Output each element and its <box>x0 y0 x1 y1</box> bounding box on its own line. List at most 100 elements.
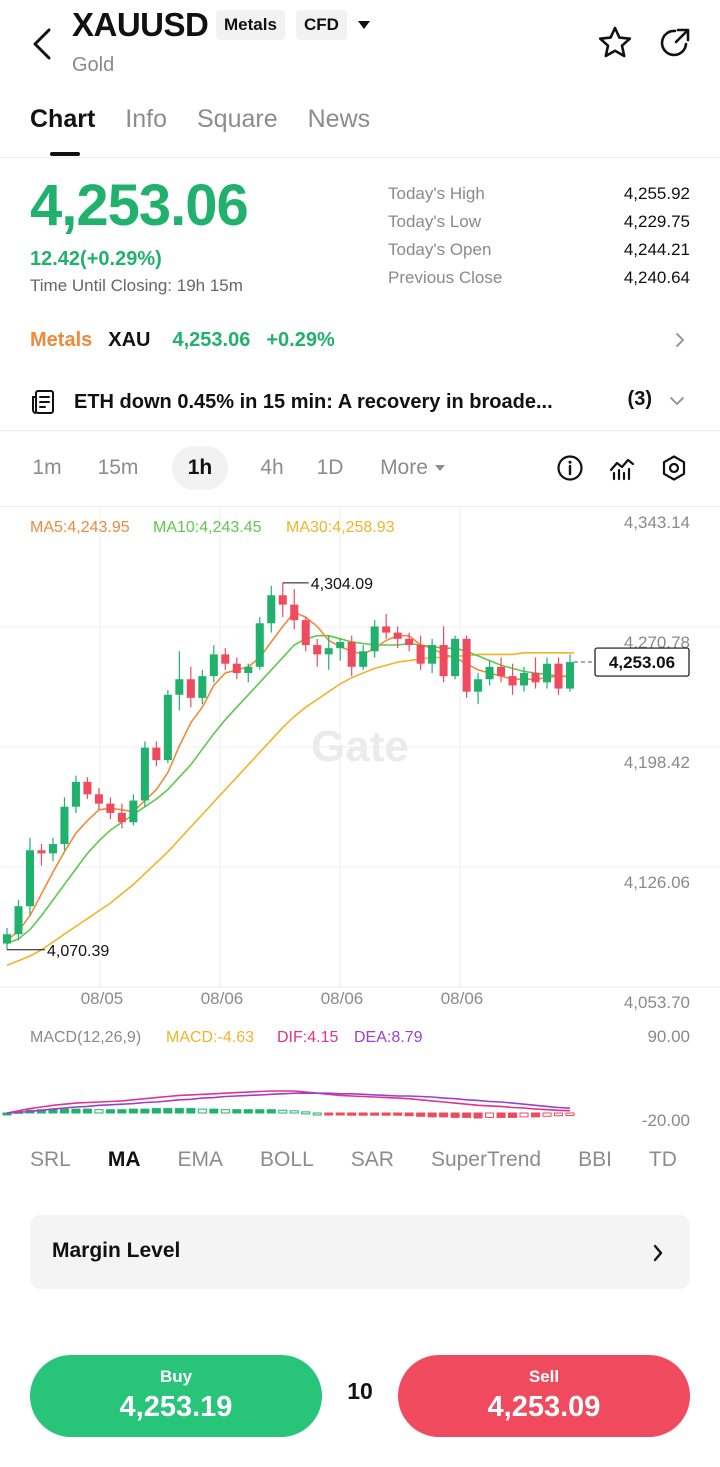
macd-bar <box>473 1112 483 1119</box>
chart-canvas[interactable]: Gate MA5:4,243.95 MA10:4,243.45 MA30:4,258… <box>0 507 720 1137</box>
interval-4h[interactable]: 4h <box>250 446 294 490</box>
indicator-icon[interactable] <box>608 454 636 482</box>
share-icon[interactable] <box>656 24 694 62</box>
price-chart[interactable]: Gate MA5:4,243.95 MA10:4,243.45 MA30:4,258… <box>0 507 720 1137</box>
ma5-line <box>6 611 571 942</box>
macd-legend-item: MACD:-4.63 <box>166 1029 254 1046</box>
indicator-ma[interactable]: MA <box>108 1148 141 1182</box>
candle-body <box>462 638 471 692</box>
low-marker-label: 4,070.39 <box>47 943 109 960</box>
price-axis-label: 4,053.70 <box>624 993 690 1012</box>
macd-bar <box>197 1108 207 1114</box>
macd-bar <box>278 1109 288 1114</box>
market-category: Metals <box>30 328 93 351</box>
price-change: 12.42(+0.29%) <box>30 248 162 270</box>
candle-body <box>255 623 264 667</box>
indicator-bbi[interactable]: BBI <box>578 1148 612 1182</box>
buy-price: 4,253.19 <box>119 1391 233 1423</box>
star-icon[interactable] <box>596 24 634 62</box>
tab-square[interactable]: Square <box>197 100 278 158</box>
candle-body <box>508 676 517 686</box>
news-headline[interactable]: ETH down 0.45% in 15 min: A recovery in … <box>74 391 604 414</box>
sell-label: Sell <box>528 1367 560 1386</box>
interval-more[interactable]: More <box>370 446 456 490</box>
date-label: 08/06 <box>441 989 484 1008</box>
candle-body <box>60 806 69 845</box>
ma-lines <box>6 611 574 967</box>
macd-bar <box>485 1112 495 1118</box>
closing-label: Time Until Closing: <box>30 276 173 295</box>
news-icon <box>30 389 56 415</box>
candle-body <box>324 648 333 655</box>
macd-legend-item: DEA:8.79 <box>354 1029 423 1046</box>
indicator-boll[interactable]: BOLL <box>260 1148 314 1182</box>
macd-axis-label: 90.00 <box>647 1027 690 1046</box>
macd-bar <box>519 1112 529 1118</box>
sell-button[interactable]: Sell 4,253.09 <box>398 1355 690 1437</box>
chevron-down-icon[interactable] <box>356 18 372 30</box>
date-label: 08/06 <box>321 989 364 1008</box>
ma-legend-item: MA30:4,258.93 <box>286 519 395 536</box>
candle-body <box>117 812 126 823</box>
candle-body <box>520 673 529 686</box>
main-tabs: Chart Info Square News <box>30 100 370 158</box>
interval-1h[interactable]: 1h <box>172 446 228 490</box>
ma-legend-item: MA5:4,243.95 <box>30 519 130 536</box>
interval-1d[interactable]: 1D <box>310 446 350 490</box>
candle-body <box>554 663 563 689</box>
instrument-name: Gold <box>72 54 115 76</box>
news-count: (3) <box>627 388 652 410</box>
macd-bar <box>220 1109 230 1114</box>
stat-row: Today's Open 4,244.21 <box>388 236 690 264</box>
candle-body <box>267 595 276 624</box>
header: XAUUSD Metals CFD Gold <box>0 0 720 90</box>
indicator-srl[interactable]: SRL <box>30 1148 71 1182</box>
chevron-down-icon[interactable] <box>668 394 686 408</box>
stat-value: 4,240.64 <box>623 268 690 287</box>
symbol-title: XAUUSD <box>72 6 209 43</box>
macd-bar <box>82 1108 92 1114</box>
macd-bar <box>289 1110 299 1114</box>
stat-label: Previous Close <box>388 268 503 287</box>
candle-body <box>336 641 345 649</box>
related-market-row[interactable]: Metals XAU 4,253.06 +0.29% <box>30 322 690 358</box>
interval-bar: 1m 15m 1h 4h 1D More <box>0 446 720 492</box>
candle-body <box>175 679 184 695</box>
candle-body <box>382 626 391 633</box>
candle-body <box>347 641 356 667</box>
settings-icon[interactable] <box>660 454 688 482</box>
market-tag: Metals <box>216 10 285 40</box>
contract-type-tag[interactable]: CFD <box>296 10 347 40</box>
chevron-right-icon[interactable] <box>674 330 686 350</box>
tab-news[interactable]: News <box>308 100 371 158</box>
candle-body <box>244 666 253 674</box>
interval-1m[interactable]: 1m <box>22 446 72 490</box>
news-ticker[interactable]: ETH down 0.45% in 15 min: A recovery in … <box>30 382 690 422</box>
back-arrow-icon[interactable] <box>24 26 60 62</box>
buy-button[interactable]: Buy 4,253.19 <box>30 1355 322 1437</box>
macd-panel: MACD(12,26,9) MACD:-4.63 DIF:4.15 DEA:8.79 9… <box>2 1027 690 1130</box>
indicator-td[interactable]: TD <box>649 1148 677 1182</box>
candle-body <box>106 803 115 813</box>
info-icon[interactable] <box>556 454 584 482</box>
macd-bar <box>565 1112 575 1117</box>
candle-body <box>48 844 57 854</box>
macd-bar <box>117 1109 127 1114</box>
macd-bar <box>416 1112 426 1117</box>
indicator-supertrend[interactable]: SuperTrend <box>431 1148 541 1182</box>
macd-bar <box>232 1109 242 1114</box>
active-tab-indicator <box>50 152 80 156</box>
tab-chart[interactable]: Chart <box>30 100 95 158</box>
candle-body <box>439 645 448 677</box>
tab-info[interactable]: Info <box>125 100 167 158</box>
indicator-sar[interactable]: SAR <box>351 1148 394 1182</box>
candle-body <box>221 654 230 664</box>
stat-label: Today's High <box>388 184 485 203</box>
indicator-ema[interactable]: EMA <box>178 1148 224 1182</box>
price-axis: 4,343.144,270.784,198.424,126.064,053.70 <box>624 513 690 1012</box>
spread-value: 10 <box>347 1378 373 1404</box>
interval-15m[interactable]: 15m <box>88 446 148 490</box>
macd-bar <box>531 1112 541 1118</box>
candle-body <box>232 663 241 674</box>
margin-level-row[interactable]: Margin Level <box>30 1215 690 1289</box>
